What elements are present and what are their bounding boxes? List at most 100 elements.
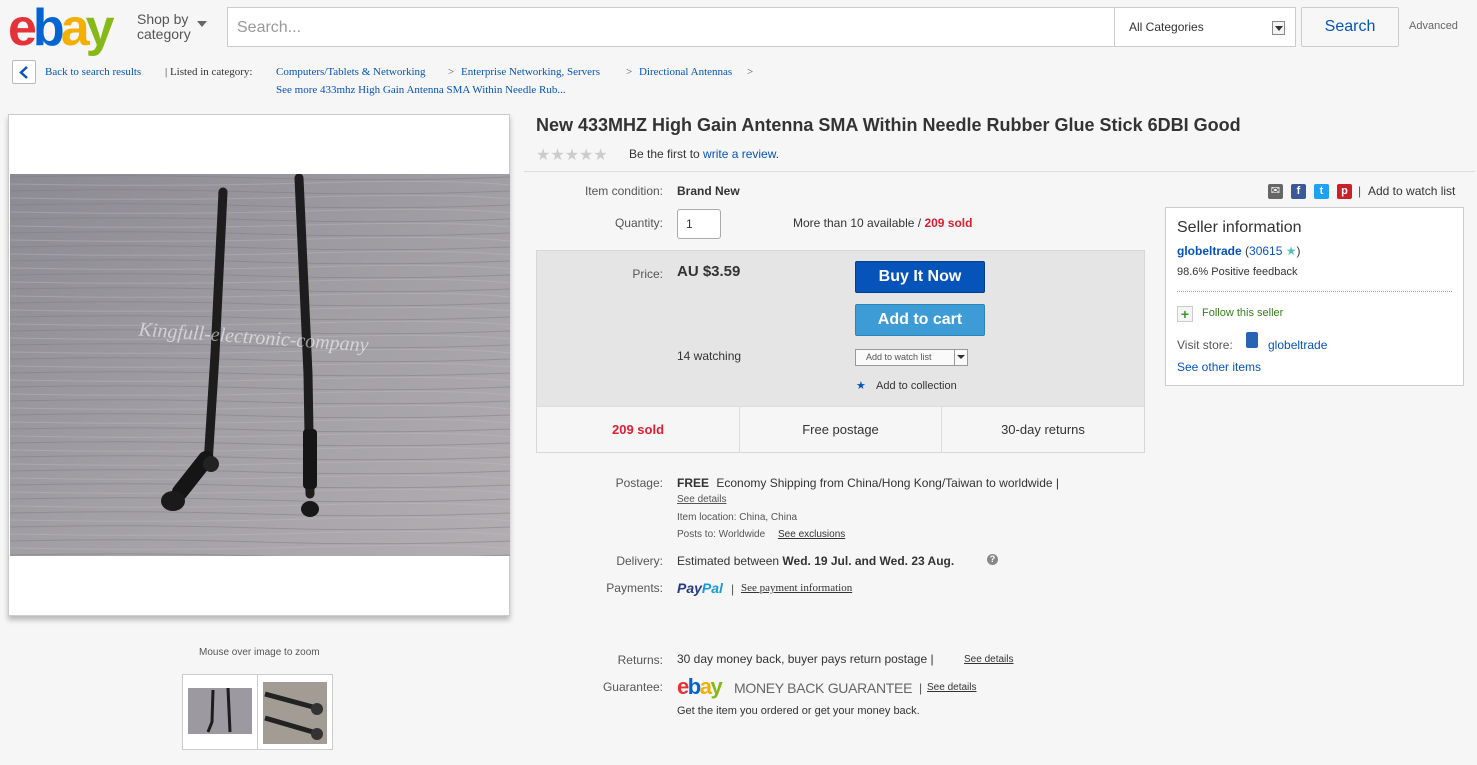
returns-see-details-link[interactable]: See details — [964, 654, 1013, 665]
guarantee-divider: | — [919, 681, 923, 695]
breadcrumb-separator: > — [448, 66, 455, 78]
review-line: Be the first to write a review. — [629, 147, 779, 161]
search-input[interactable]: Search... — [227, 7, 1115, 47]
ebay-mbg-logo: ebay — [677, 674, 723, 699]
guarantee-text: Get the item you ordered or get your mon… — [677, 705, 920, 717]
sold-count[interactable]: 209 sold — [924, 216, 972, 230]
add-to-watch-list-link[interactable]: Add to watch list — [1368, 184, 1455, 198]
delivery-label: Delivery: — [616, 554, 663, 568]
review-prefix: Be the first to — [629, 147, 700, 161]
see-other-items-link[interactable]: See other items — [1177, 360, 1261, 374]
pinterest-share-icon[interactable]: p — [1337, 184, 1352, 199]
follow-seller-link[interactable]: Follow this seller — [1202, 307, 1283, 319]
logo-letter-y: y — [85, 0, 115, 57]
chevron-down-icon — [954, 350, 967, 365]
main-image-panel[interactable]: Kingfull-electronic-company — [8, 114, 510, 616]
chevron-left-icon — [19, 66, 28, 79]
delivery-prefix: Estimated between — [677, 554, 780, 568]
logo-letter-b: b — [32, 0, 65, 57]
postage-see-details-link[interactable]: See details — [677, 494, 726, 505]
money-back-guarantee-text: MONEY BACK GUARANTEE — [734, 680, 913, 696]
guarantee-see-details-link[interactable]: See details — [927, 682, 976, 693]
dotted-divider — [1177, 291, 1452, 292]
category-select-value: All Categories — [1129, 20, 1204, 34]
availability-text: More than 10 available / — [793, 216, 922, 230]
feedback-count-link[interactable]: 30615 — [1249, 244, 1282, 258]
back-button[interactable] — [12, 60, 36, 84]
ebay-logo[interactable]: ebay — [8, 0, 126, 57]
help-icon[interactable]: ? — [987, 554, 998, 565]
thumbnail-2[interactable] — [257, 674, 333, 750]
add-to-watch-list-dropdown[interactable]: Add to watch list — [855, 349, 968, 366]
twitter-share-icon[interactable]: t — [1314, 184, 1329, 199]
condition-value: Brand New — [677, 184, 740, 198]
availability-line: More than 10 available / 209 sold — [793, 216, 972, 230]
store-name-link[interactable]: globeltrade — [1268, 338, 1327, 352]
add-to-cart-button[interactable]: Add to cart — [855, 304, 985, 336]
item-title: New 433MHZ High Gain Antenna SMA Within … — [536, 115, 1241, 135]
chevron-down-icon — [197, 21, 207, 27]
back-to-search-link[interactable]: Back to search results — [45, 66, 141, 78]
divider — [524, 171, 1475, 172]
delivery-line: Estimated between Wed. 19 Jul. and Wed. … — [677, 554, 954, 568]
returns-label: Returns: — [617, 653, 663, 667]
zoom-hint: Mouse over image to zoom — [199, 647, 320, 658]
facebook-share-icon[interactable]: f — [1291, 184, 1306, 199]
follow-plus-icon[interactable]: + — [1177, 306, 1193, 322]
price-value: AU $3.59 — [677, 263, 741, 280]
share-divider: | — [1358, 184, 1362, 198]
postage-label: Postage: — [615, 476, 663, 490]
breadcrumb-item-networking[interactable]: Enterprise Networking, Servers — [461, 66, 600, 78]
payments-divider: | — [731, 582, 735, 596]
search-button[interactable]: Search — [1301, 7, 1399, 47]
watch-dropdown-label: Add to watch list — [866, 352, 932, 362]
highlight-postage: Free postage — [740, 407, 942, 453]
seller-name-link[interactable]: globeltrade — [1177, 244, 1242, 258]
delivery-dates: Wed. 19 Jul. and Wed. 23 Aug. — [782, 554, 955, 568]
item-location: Item location: China, China — [677, 512, 798, 523]
breadcrumb-item-antennas[interactable]: Directional Antennas — [639, 66, 732, 78]
shop-by-line1: Shop by — [137, 11, 189, 27]
postage-free: FREE — [677, 476, 710, 490]
visit-store-label: Visit store: — [1177, 338, 1233, 352]
advanced-search-link[interactable]: Advanced — [1409, 20, 1458, 32]
dropdown-arrow-icon — [1272, 21, 1285, 35]
write-review-link[interactable]: write a review — [703, 147, 776, 161]
logo-letter-e: e — [8, 0, 37, 57]
star-icon: ★ — [856, 380, 866, 392]
buy-it-now-button[interactable]: Buy It Now — [855, 261, 985, 293]
see-exclusions-link[interactable]: See exclusions — [778, 529, 845, 540]
paypal-logo: PayPal — [677, 580, 723, 596]
payments-label: Payments: — [606, 581, 663, 595]
feedback-star-icon: ★ — [1285, 244, 1297, 258]
shop-by-line2: category — [137, 26, 191, 42]
paypal-pal: Pal — [701, 580, 723, 596]
email-share-icon[interactable]: ✉ — [1268, 184, 1283, 199]
positive-feedback: 98.6% Positive feedback — [1177, 266, 1298, 278]
rating-stars-icon: ★★★★★ — [536, 147, 608, 164]
see-payment-info-link[interactable]: See payment information — [741, 582, 852, 594]
review-suffix: . — [775, 147, 780, 161]
category-select[interactable]: All Categories — [1114, 7, 1296, 47]
returns-text: 30 day money back, buyer pays return pos… — [677, 652, 934, 666]
thumbnail-1[interactable] — [182, 674, 258, 750]
seller-information-panel: Seller information globeltrade (30615 ★)… — [1165, 207, 1464, 386]
posts-to: Posts to: Worldwide — [677, 529, 766, 540]
watching-count: 14 watching — [677, 349, 742, 363]
product-photo[interactable]: Kingfull-electronic-company — [10, 174, 510, 556]
highlight-returns: 30-day returns — [1001, 422, 1085, 437]
shop-by-category[interactable]: Shop by category — [137, 11, 207, 42]
price-label: Price: — [632, 267, 663, 281]
header: ebay Shop by category Search... All Cate… — [0, 0, 1477, 56]
postage-line: FREE Economy Shipping from China/Hong Ko… — [677, 476, 1059, 490]
highlight-sold[interactable]: 209 sold — [537, 407, 740, 453]
listed-in-label: | Listed in category: — [165, 66, 253, 78]
quantity-label: Quantity: — [614, 216, 663, 230]
add-to-collection-link[interactable]: Add to collection — [876, 380, 957, 392]
breadcrumb-item-computers[interactable]: Computers/Tablets & Networking — [276, 66, 426, 78]
quantity-input[interactable]: 1 — [677, 209, 721, 239]
breadcrumb-separator: > — [626, 66, 633, 78]
highlights-strip: 209 sold Free postage 30-day returns — [537, 406, 1144, 453]
condition-label: Item condition: — [584, 184, 663, 198]
see-more-link[interactable]: See more 433mhz High Gain Antenna SMA Wi… — [276, 84, 566, 96]
